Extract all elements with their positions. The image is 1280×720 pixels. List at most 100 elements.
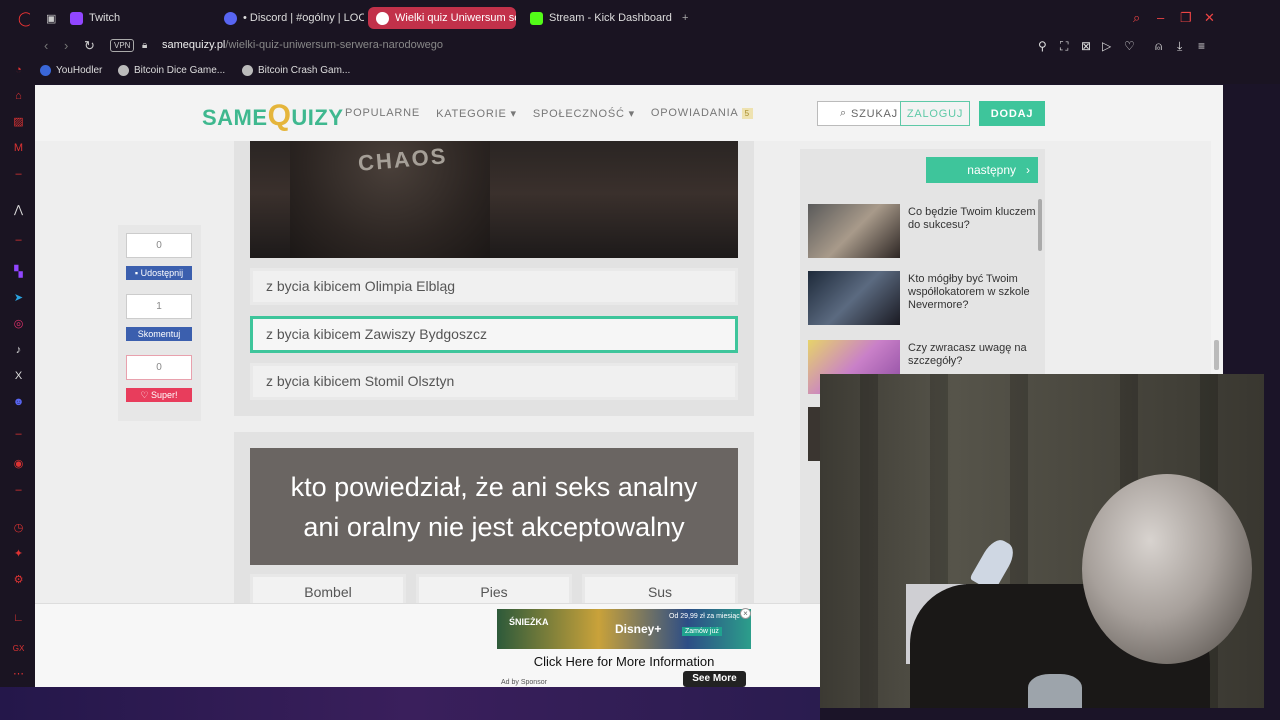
back-icon[interactable]: ‹ — [44, 38, 48, 53]
easy-setup-icon[interactable]: ≡ — [1198, 39, 1205, 53]
question-text: kto powiedział, że ani seks analny ani o… — [250, 448, 738, 565]
x-icon[interactable]: X — [12, 370, 25, 383]
forward-icon[interactable]: › — [64, 38, 68, 53]
divider-icon: – — [15, 234, 22, 246]
vpn-badge[interactable]: VPN — [110, 39, 135, 52]
account-icon[interactable]: ⍝ — [1155, 39, 1162, 54]
instagram-icon[interactable]: ◎ — [12, 318, 25, 331]
answer-option[interactable]: z bycia kibicem Stomil Olsztyn — [250, 363, 738, 400]
quiz-icon — [376, 11, 389, 25]
kick-sidebar-icon[interactable]: ⋀ — [12, 204, 25, 217]
divider-icon: – — [15, 484, 22, 496]
webcam-overlay — [820, 374, 1264, 708]
browser-sidebar: ◔ ⌂ ▨ M – ⋀ – ▚ ➤ ◎ ♪ X ☻ – ◉ – ◷ ✦ ⚙ ∟ … — [0, 58, 36, 720]
dice-icon — [118, 65, 129, 76]
super-button[interactable]: ♡ Super! — [126, 388, 192, 402]
share-count: 0 — [126, 233, 192, 258]
twitch-sidebar-icon[interactable]: ▚ — [12, 266, 25, 279]
recommendation-thumbnail — [808, 271, 900, 325]
recommendation-thumbnail — [808, 407, 820, 461]
gx-icon[interactable]: GX — [12, 642, 25, 655]
discord-sidebar-icon[interactable]: ☻ — [12, 396, 25, 409]
opowiadania-badge: 5 — [741, 108, 753, 119]
recommendations-scrollbar[interactable] — [1038, 199, 1042, 251]
address-bar: ‹ › ↻ VPN 🔒︎ samequizy.pl/wielki-quiz-un… — [0, 36, 1280, 58]
chevron-right-icon: › — [1026, 163, 1030, 177]
pin-icon[interactable]: ⚲ — [1038, 39, 1047, 53]
recommendation-item[interactable]: Co będzie Twoim kluczem do sukcesu? — [808, 204, 1040, 258]
menu-spolecznosc[interactable]: SPOŁECZNOŚĆ ▾ — [533, 107, 635, 120]
opera-menu-icon[interactable]: ◯ — [10, 7, 30, 29]
menu-opowiadania[interactable]: OPOWIADANIA 5 — [651, 107, 753, 120]
quiz-question-card: CHAOS z bycia kibicem Olimpia Elbląg z b… — [234, 141, 754, 416]
answer-option-selected[interactable]: z bycia kibicem Zawiszy Bydgoszcz — [250, 316, 738, 353]
divider-icon: – — [15, 428, 22, 440]
maximize-icon[interactable]: ❐ — [1180, 10, 1192, 26]
tab-twitch[interactable]: Twitch — [62, 7, 212, 29]
desktop-wallpaper — [0, 687, 820, 720]
ad-image[interactable]: ŚNIEŻKA Disney+ Od 29,99 zł za miesiąc Z… — [497, 609, 751, 649]
super-count: 0 — [126, 355, 192, 380]
new-tab-button[interactable]: + — [674, 7, 694, 29]
login-button[interactable]: ZALOGUJ — [900, 101, 970, 126]
kick-icon — [530, 11, 543, 25]
player-sidebar-icon[interactable]: ◉ — [12, 458, 25, 471]
messenger-icon[interactable]: M — [12, 142, 25, 155]
crash-icon — [242, 65, 253, 76]
bookmark-youhodler[interactable]: YouHodler — [40, 65, 102, 76]
tab-samequizy[interactable]: Wielki quiz Uniwersum se — [368, 7, 516, 29]
ad-banner: ŚNIEŻKA Disney+ Od 29,99 zł za miesiąc Z… — [35, 603, 820, 687]
ad-close-icon[interactable]: × — [740, 608, 751, 619]
scrollbar-thumb[interactable] — [1214, 340, 1219, 370]
settings-icon[interactable]: ⚙ — [12, 574, 25, 587]
history-icon[interactable]: ◷ — [12, 522, 25, 535]
adblock-icon[interactable]: ⊠ — [1081, 39, 1091, 53]
bookmarks-bar: YouHodler Bitcoin Dice Game... Bitcoin C… — [0, 58, 1280, 84]
comment-button[interactable]: Skomentuj — [126, 327, 192, 341]
heart-icon: ♡ — [140, 390, 152, 400]
player-icon[interactable]: ▷ — [1102, 39, 1111, 53]
tab-overview-icon[interactable]: ▣ — [38, 7, 58, 29]
ad-attribution: Ad by Sponsor — [501, 679, 547, 686]
minimize-icon[interactable]: – — [1157, 10, 1164, 25]
reload-icon[interactable]: ↻ — [84, 38, 95, 54]
telegram-icon[interactable]: ➤ — [12, 292, 25, 305]
twitch-icon — [70, 11, 83, 25]
search-icon[interactable]: ⌕ — [1133, 10, 1140, 26]
extensions-icon[interactable]: ✦ — [12, 548, 25, 561]
discord-icon — [224, 11, 237, 25]
aria-icon[interactable]: ◔ — [12, 64, 25, 77]
social-panel: 0 ▪ Udostępnij 1 Skomentuj 0 ♡ Super! — [118, 225, 201, 421]
recommendation-item[interactable]: Kto mógłby być Twoim współlokatorem w sz… — [808, 271, 1040, 325]
tab-kick[interactable]: Stream - Kick Dashboard — [522, 7, 672, 29]
close-icon[interactable]: ✕ — [1204, 10, 1215, 26]
next-quiz-button[interactable]: następny › — [926, 157, 1038, 183]
add-button[interactable]: DODAJ — [979, 101, 1045, 126]
divider-icon: – — [15, 168, 22, 180]
url-field[interactable]: samequizy.pl/wielki-quiz-uniwersum-serwe… — [162, 39, 443, 51]
gx-corner-icon[interactable]: ▨ — [12, 116, 25, 129]
gx-control-icon[interactable]: ∟ — [12, 612, 25, 625]
samequizy-logo[interactable]: SAMEQUIZY — [202, 99, 344, 133]
streamer-head — [1082, 474, 1252, 664]
lock-icon[interactable]: 🔒︎ — [142, 40, 147, 51]
heart-icon[interactable]: ♡ — [1124, 39, 1135, 53]
menu-popularne[interactable]: POPULARNE — [345, 107, 420, 120]
bookmark-bitcoin-crash[interactable]: Bitcoin Crash Gam... — [242, 65, 350, 76]
recommendation-thumbnail — [808, 204, 900, 258]
answer-option[interactable]: z bycia kibicem Olimpia Elbląg — [250, 268, 738, 305]
menu-kategorie[interactable]: KATEGORIE ▾ — [436, 107, 517, 120]
tab-discord[interactable]: • Discord | #ogólny | LOC — [216, 7, 364, 29]
shopping-icon[interactable]: ⌂ — [12, 90, 25, 103]
more-icon[interactable]: ⋯ — [12, 668, 25, 681]
ad-see-more-button[interactable]: See More — [683, 671, 746, 687]
ad-headline[interactable]: Click Here for More Information — [497, 654, 751, 669]
glass — [1028, 674, 1082, 708]
share-button[interactable]: ▪ Udostępnij — [126, 266, 192, 280]
bookmark-bitcoin-dice[interactable]: Bitcoin Dice Game... — [118, 65, 225, 76]
download-icon[interactable]: ⤓ — [1177, 39, 1182, 54]
snapshot-icon[interactable]: ⛶ — [1060, 39, 1068, 54]
youhodler-icon — [40, 65, 51, 76]
site-header: SAMEQUIZY POPULARNE KATEGORIE ▾ SPOŁECZN… — [35, 85, 1211, 141]
tiktok-icon[interactable]: ♪ — [12, 344, 25, 357]
